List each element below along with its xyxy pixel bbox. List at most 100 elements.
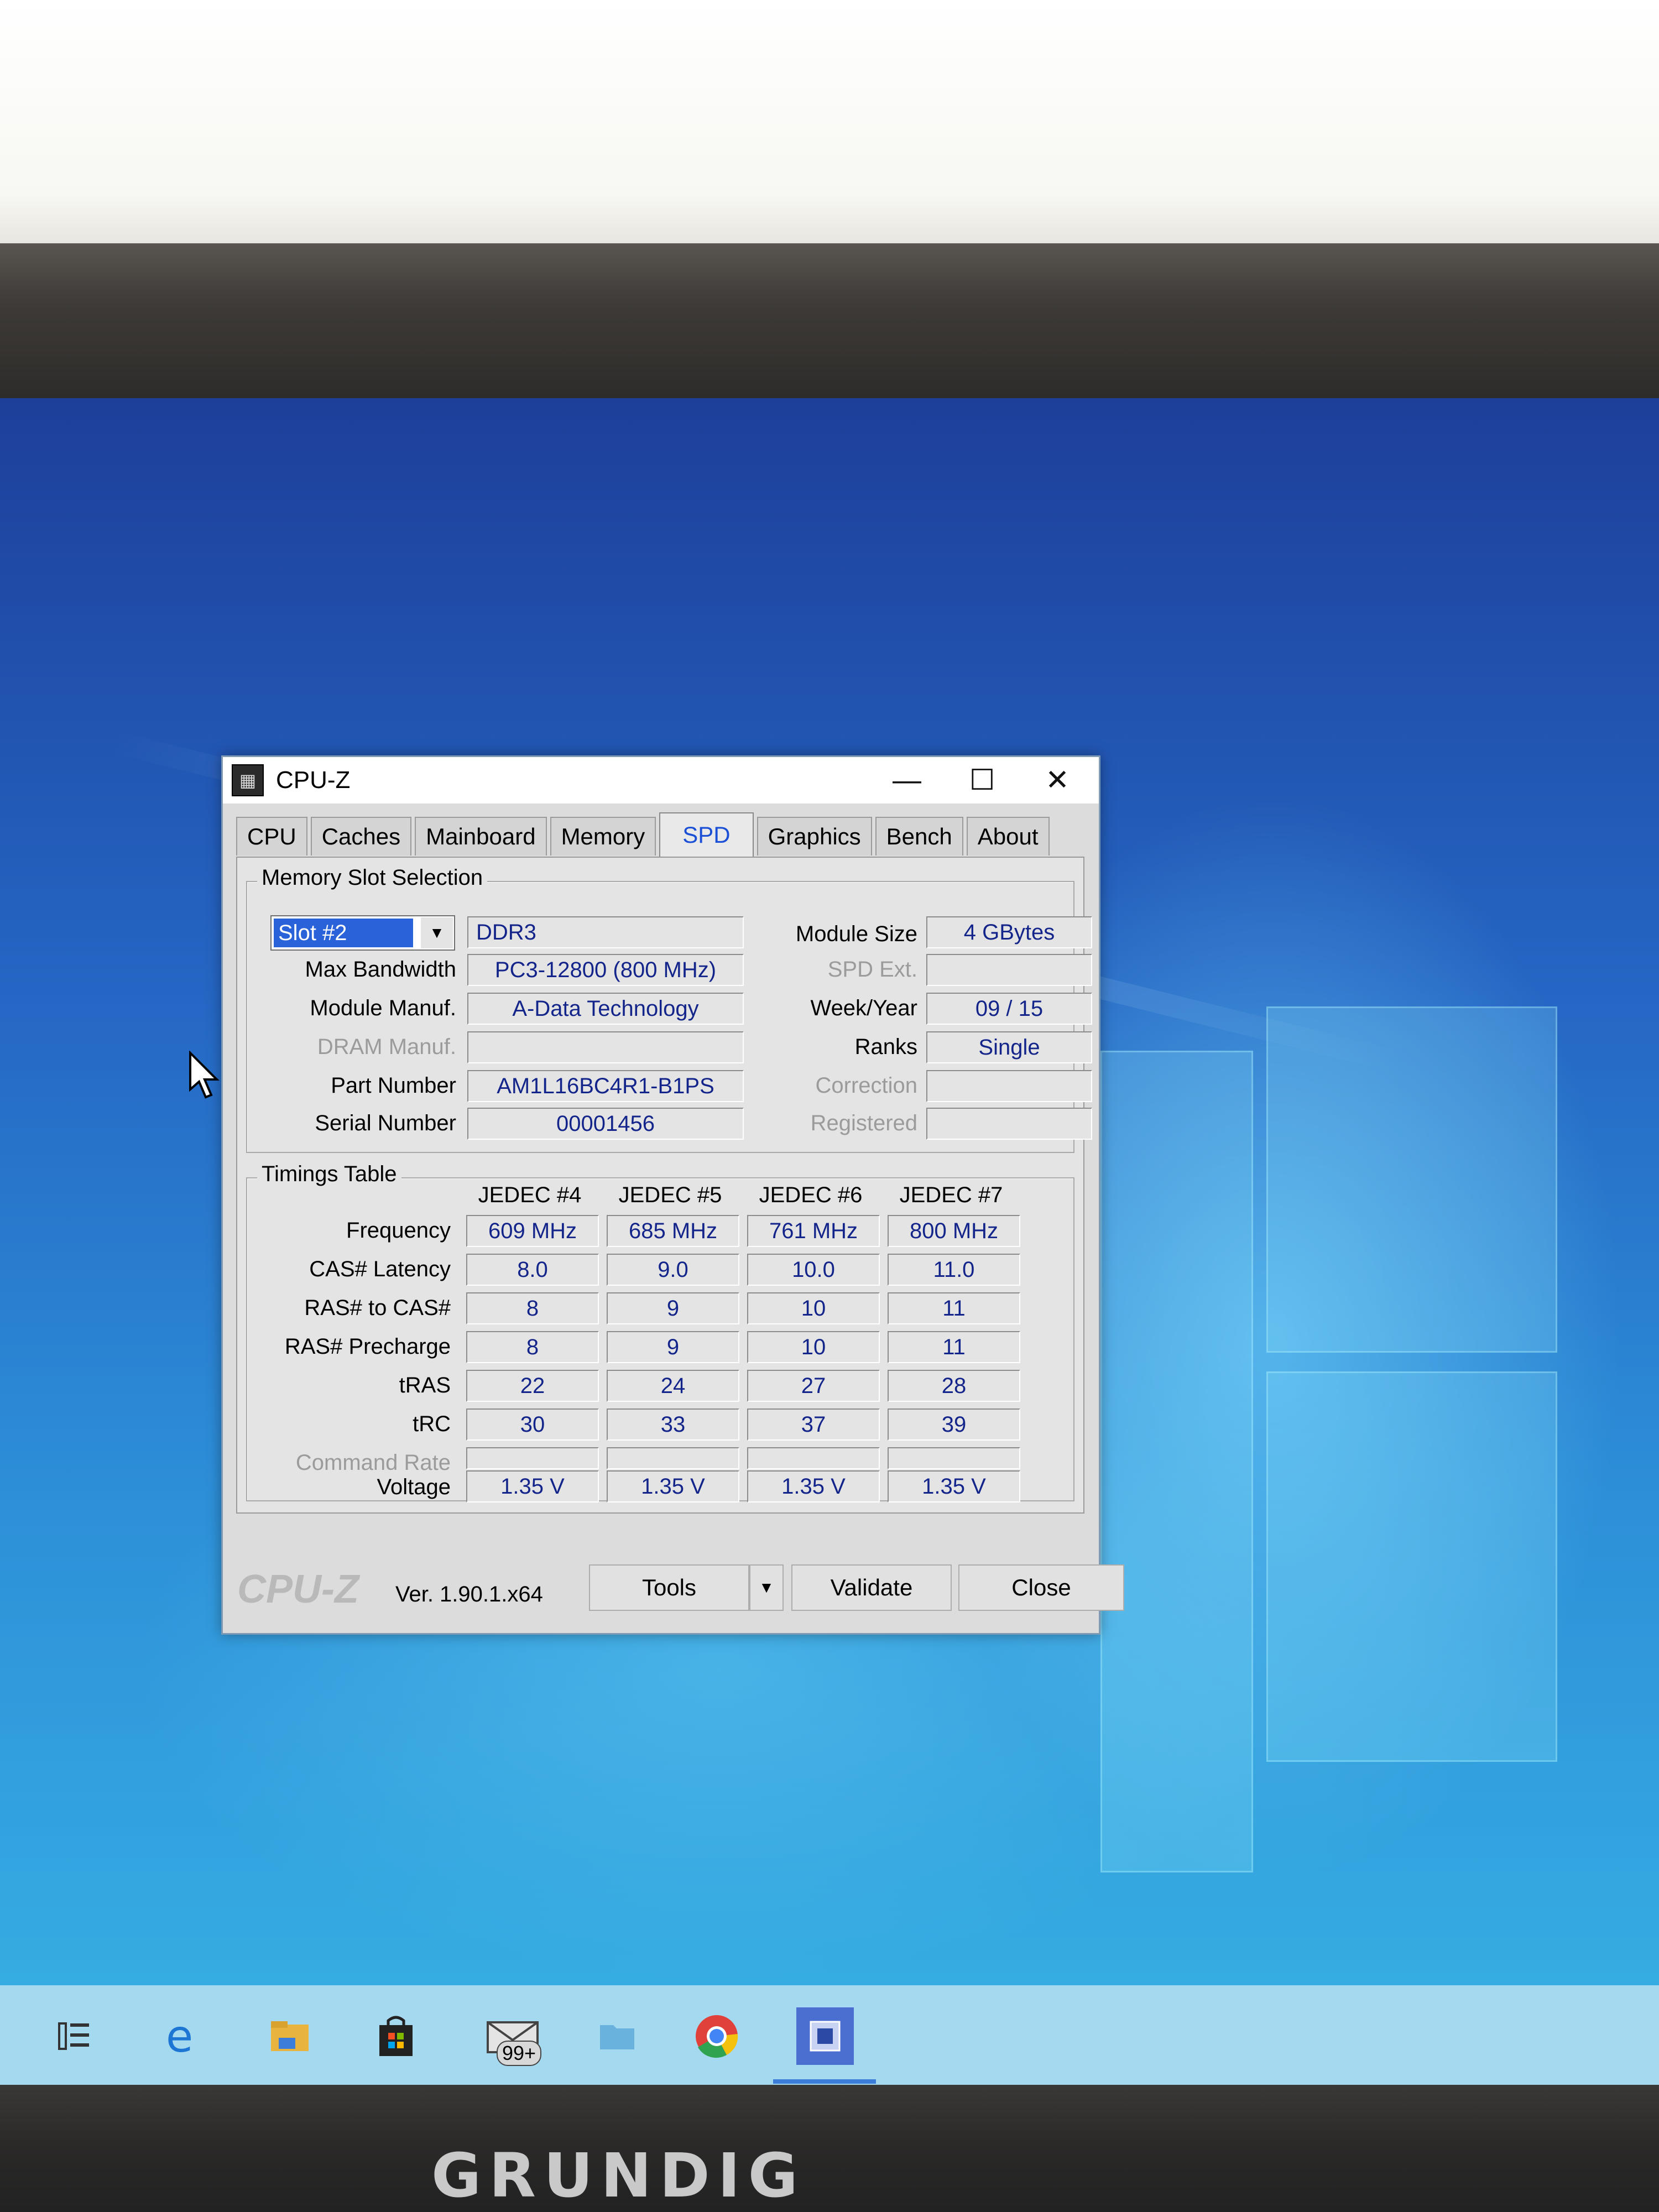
timings-group-title: Timings Table: [257, 1162, 401, 1187]
timing-cell: 11: [888, 1292, 1020, 1324]
maximize-button[interactable]: ☐: [941, 757, 1024, 804]
timing-cell: 11: [888, 1331, 1020, 1363]
chevron-down-icon[interactable]: ▼: [421, 917, 453, 948]
mail-icon[interactable]: 99+: [474, 2010, 552, 2066]
laptop-bottom-bezel: [0, 2085, 1659, 2212]
timing-cell: 800 MHz: [888, 1215, 1020, 1247]
svg-text:e: e: [166, 2013, 193, 2059]
tab-spd[interactable]: SPD: [659, 812, 754, 857]
timings-group: Timings Table JEDEC #4 JEDEC #5 JEDEC #6…: [246, 1162, 1074, 1503]
tools-button[interactable]: Tools: [589, 1564, 749, 1611]
laptop-top-bezel: [0, 243, 1659, 585]
timing-cell: 10.0: [747, 1254, 880, 1286]
timing-cell: 39: [888, 1408, 1020, 1441]
slot-select[interactable]: Slot #2 ▼: [270, 915, 455, 951]
validate-button[interactable]: Validate: [791, 1564, 952, 1611]
timing-cell: [888, 1447, 1020, 1469]
timing-cell: 10: [747, 1292, 880, 1324]
timing-cell: 11.0: [888, 1254, 1020, 1286]
command-rate-label: Command Rate: [295, 1451, 451, 1475]
registered-label: Registered: [810, 1111, 917, 1135]
module-size-value: 4 GBytes: [926, 916, 1092, 948]
serial-number-value: 00001456: [467, 1108, 744, 1140]
memory-slot-group: Memory Slot Selection Slot #2 ▼ DDR3 Max…: [246, 865, 1092, 1153]
folder-icon[interactable]: [591, 2010, 644, 2063]
tab-mainboard[interactable]: Mainboard: [415, 817, 547, 855]
file-explorer-icon[interactable]: [263, 2010, 316, 2063]
title-bar[interactable]: ▦ CPU-Z — ☐ ✕: [223, 757, 1099, 804]
timing-cell: 37: [747, 1408, 880, 1441]
part-number-value: AM1L16BC4R1-B1PS: [467, 1070, 744, 1102]
mail-badge: 99+: [497, 2041, 542, 2066]
dram-manuf-value: [467, 1031, 744, 1063]
module-manuf-value: A-Data Technology: [467, 993, 744, 1025]
task-view-icon[interactable]: [48, 2010, 101, 2063]
tab-bench[interactable]: Bench: [875, 817, 963, 855]
timing-cell: 30: [466, 1408, 599, 1441]
tab-caches[interactable]: Caches: [310, 817, 412, 855]
timing-cell: [466, 1447, 599, 1469]
timing-cell: 685 MHz: [607, 1215, 739, 1247]
close-button[interactable]: Close: [958, 1564, 1124, 1611]
max-bandwidth-value: PC3-12800 (800 MHz): [467, 954, 744, 986]
timings-column-header: JEDEC #7: [899, 1183, 1003, 1207]
cas-latency-label: CAS# Latency: [309, 1257, 451, 1281]
registered-value: [926, 1108, 1092, 1140]
tools-dropdown-chevron-down-icon[interactable]: ▼: [749, 1564, 784, 1611]
tras-label: tRAS: [399, 1373, 451, 1397]
chrome-icon[interactable]: [690, 2010, 743, 2063]
cpuz-app-icon: ▦: [232, 764, 264, 796]
active-app-indicator: [773, 2079, 876, 2084]
max-bandwidth-label: Max Bandwidth: [305, 957, 456, 982]
wallpaper-logo-pane: [1100, 1051, 1253, 1872]
trc-label: tRC: [413, 1412, 451, 1436]
store-icon[interactable]: [369, 2010, 422, 2063]
module-size-label: Module Size: [795, 922, 917, 946]
grundig-logo: GRUNDIG: [431, 2140, 806, 2211]
timing-cell: 28: [888, 1370, 1020, 1402]
serial-number-label: Serial Number: [315, 1111, 456, 1135]
spd-ext-label: SPD Ext.: [827, 957, 917, 982]
wallpaper-logo-pane: [1266, 1371, 1557, 1762]
cpuz-window[interactable]: ▦ CPU-Z — ☐ ✕ CPU Caches Mainboard Memor…: [221, 755, 1124, 1635]
edge-icon[interactable]: e: [158, 2010, 211, 2063]
frequency-label: Frequency: [346, 1218, 451, 1243]
memory-slot-group-title: Memory Slot Selection: [257, 865, 488, 890]
window-title: CPU-Z: [276, 766, 351, 794]
tab-graphics[interactable]: Graphics: [757, 817, 872, 855]
cpuz-icon[interactable]: [796, 2007, 854, 2065]
spd-panel: Memory Slot Selection Slot #2 ▼ DDR3 Max…: [236, 857, 1092, 1514]
tab-cpu[interactable]: CPU: [236, 817, 307, 855]
timing-cell: 9: [607, 1331, 739, 1363]
timing-cell: 8: [466, 1331, 599, 1363]
timing-cell: 33: [607, 1408, 739, 1441]
timings-column-header: JEDEC #5: [618, 1183, 722, 1207]
timings-column-header: JEDEC #6: [759, 1183, 863, 1207]
week-year-value: 09 / 15: [926, 993, 1092, 1025]
mouse-cursor-icon: [189, 1051, 220, 1099]
dram-manuf-label: DRAM Manuf.: [317, 1035, 456, 1059]
window-footer: CPU-Z Ver. 1.90.1.x64 Tools ▼ Validate C…: [223, 1550, 1124, 1633]
timing-cell: 761 MHz: [747, 1215, 880, 1247]
timing-cell: 1.35 V: [888, 1470, 1020, 1503]
minimize-button[interactable]: —: [865, 757, 948, 804]
tab-about[interactable]: About: [966, 817, 1050, 855]
timing-cell: [607, 1447, 739, 1469]
close-window-button[interactable]: ✕: [1016, 757, 1099, 804]
timing-cell: 22: [466, 1370, 599, 1402]
ranks-label: Ranks: [854, 1035, 917, 1059]
ras-precharge-label: RAS# Precharge: [284, 1334, 451, 1359]
timing-cell: 24: [607, 1370, 739, 1402]
tab-memory[interactable]: Memory: [550, 817, 656, 855]
tab-bar: CPU Caches Mainboard Memory SPD Graphics…: [236, 812, 1053, 857]
version-label: Ver. 1.90.1.x64: [395, 1582, 543, 1606]
ras-to-cas-label: RAS# to CAS#: [304, 1296, 451, 1320]
timing-cell: 10: [747, 1331, 880, 1363]
ranks-value: Single: [926, 1031, 1092, 1063]
timing-cell: 1.35 V: [747, 1470, 880, 1503]
timing-cell: [747, 1447, 880, 1469]
timing-cell: 1.35 V: [466, 1470, 599, 1503]
voltage-label: Voltage: [377, 1475, 451, 1499]
timing-cell: 9.0: [607, 1254, 739, 1286]
spd-ext-value: [926, 954, 1092, 986]
